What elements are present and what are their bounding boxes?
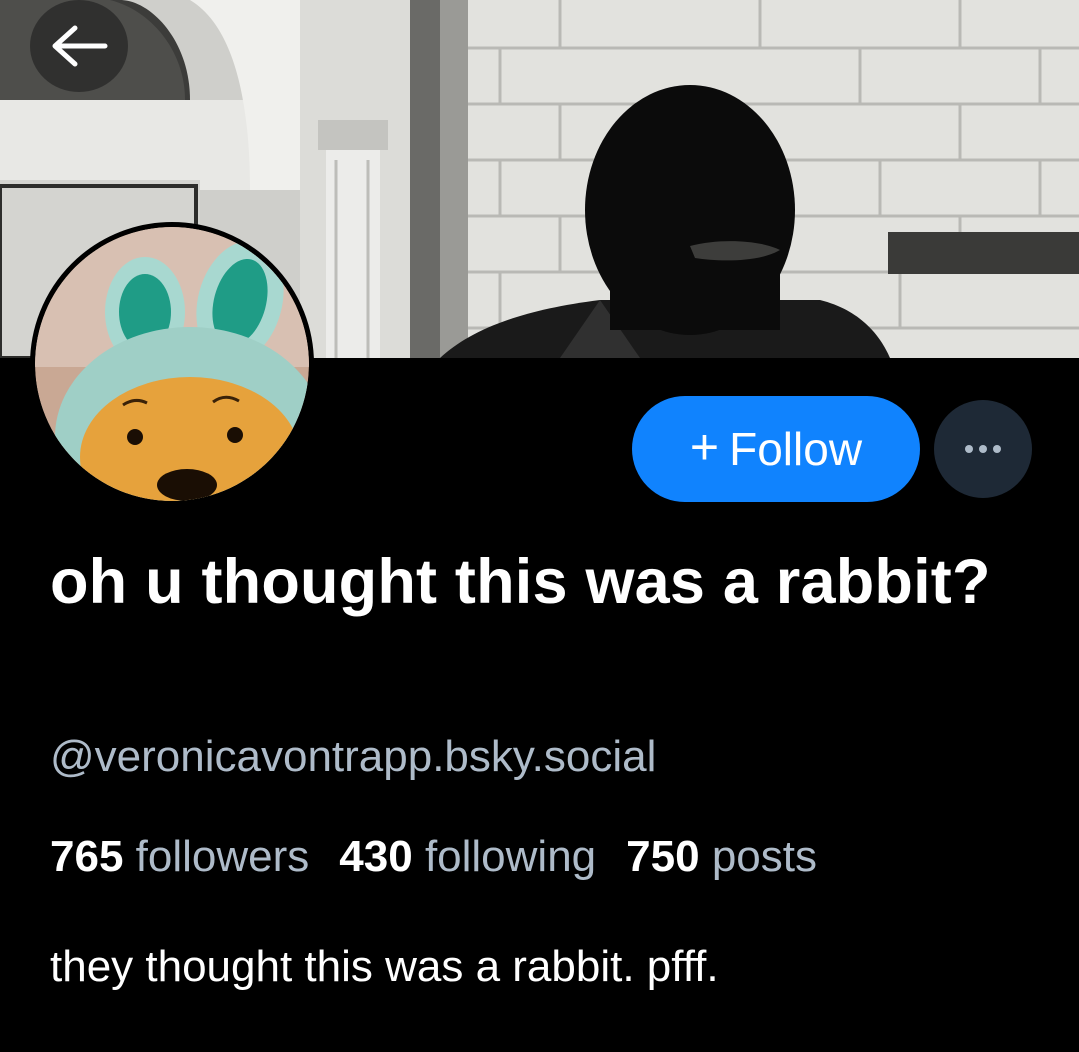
- following-label: following: [424, 832, 597, 881]
- followers-count: 765: [50, 832, 124, 881]
- followers-label: followers: [135, 832, 310, 881]
- following-count: 430: [339, 832, 413, 881]
- follow-button[interactable]: + Follow: [632, 396, 920, 502]
- profile-display-name: oh u thought this was a rabbit?: [50, 547, 991, 617]
- back-button[interactable]: [30, 0, 128, 92]
- posts-count: 750: [626, 832, 700, 881]
- profile-handle: @veronicavontrapp.bsky.social: [50, 732, 657, 781]
- followers-stat[interactable]: 765 followers: [50, 832, 309, 882]
- profile-bio: they thought this was a rabbit. pfff.: [50, 942, 719, 991]
- profile-stats: 765 followers 430 following 750 posts: [50, 832, 817, 882]
- arrow-left-icon: [52, 25, 108, 67]
- more-options-button[interactable]: [934, 400, 1032, 498]
- posts-stat: 750 posts: [626, 832, 817, 882]
- follow-label: Follow: [729, 423, 863, 475]
- plus-icon: +: [689, 419, 720, 475]
- following-stat[interactable]: 430 following: [339, 832, 596, 882]
- avatar-image: [35, 227, 309, 501]
- ellipsis-icon: [965, 445, 1001, 453]
- avatar[interactable]: [30, 222, 314, 506]
- posts-label: posts: [711, 832, 817, 881]
